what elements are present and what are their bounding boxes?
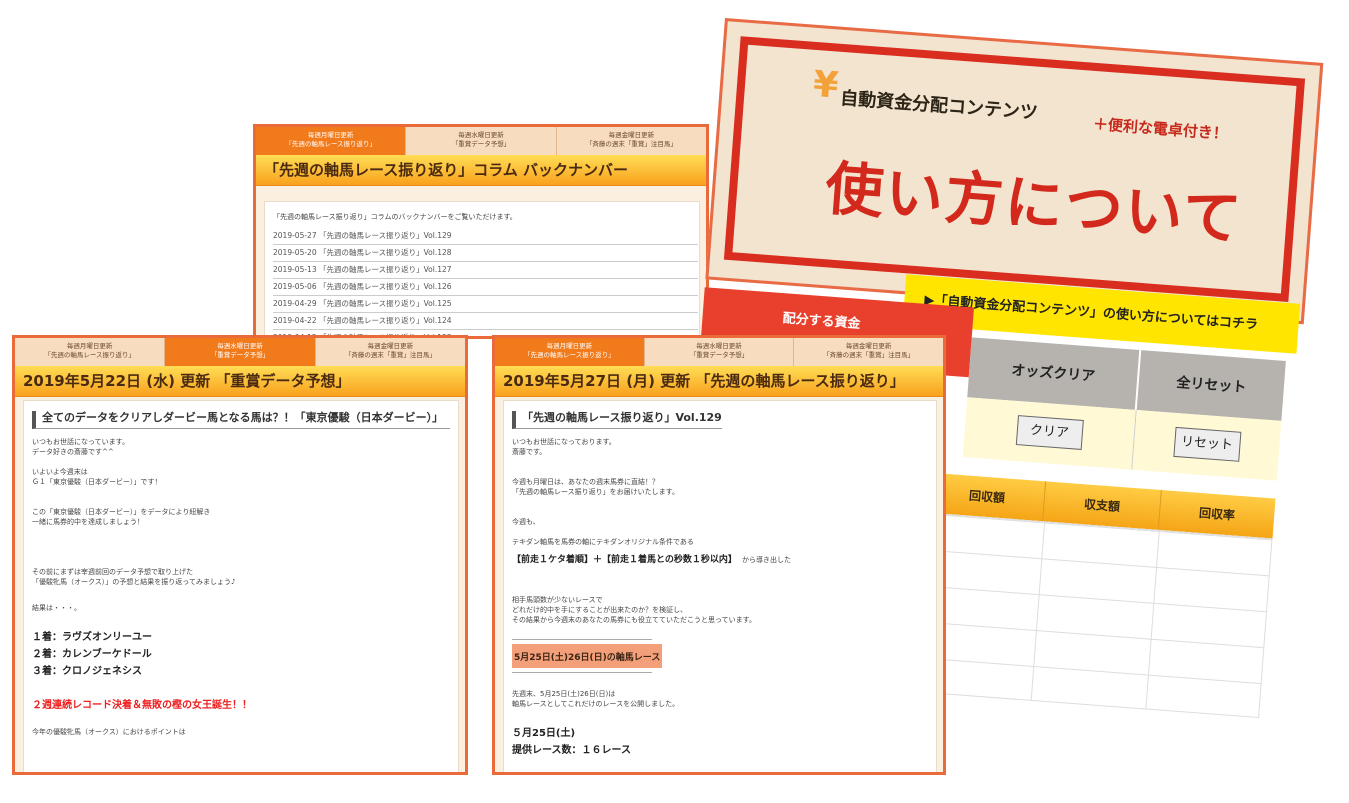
result-line: ２着：カレンブーケドール [32,649,152,660]
tab-label: 毎週水曜日更新 [696,342,742,350]
page-title: 「先週の軸馬レース振り返り」コラム バックナンバー [256,155,706,186]
body-text: 先週末、5月25日(土)26日(日)は [512,690,616,698]
tab-label: 毎週金曜日更新 [845,342,892,350]
condition-text: 【前走１ケタ着順】＋【前走１着馬との秒数１秒以内】 [512,555,737,565]
body-text: いよいよ今週末は [32,468,88,476]
tab-label: 毎週水曜日更新 [217,342,263,350]
hero-banner: ¥ 自動資金分配コンテンツ ＋便利な電卓付き！ 使い方について [705,18,1324,325]
body-text: いつもお世話になっています。 [32,438,129,446]
body-text: どれだけ的中を手にすることが出来たのか？を検証し、 [512,606,688,614]
yen-icon: ¥ [811,63,840,107]
tab-friday[interactable]: 毎週金曜日更新 「斉藤の週末「重賞」注目馬」 [315,338,465,366]
tab-label: 「斉藤の週末「重賞」注目馬」 [344,351,436,359]
tab-label: 「先週の軸馬レース振り返り」 [523,351,615,359]
article-heading: 「先週の軸馬レース振り返り」Vol.129 [512,411,722,429]
list-item[interactable]: 2019-04-22 「先週の軸馬レース振り返り」Vol.124 [273,313,698,330]
race-count: 提供レース数：１６レース [512,745,631,756]
tab-label: 「重賞データ予想」 [451,140,511,148]
tab-label: 「先週の軸馬レース振り返り」 [44,351,135,359]
body-text: 今年の優駿牝馬（オークス）におけるポイントは [32,728,186,736]
tab-label: 毎週月曜日更新 [66,342,113,350]
col-all-reset: 全リセット [1136,350,1286,421]
highlight-heading: 5月25日(土)26日(日)の軸馬レース [514,653,661,663]
clear-button[interactable]: クリア [1015,415,1084,450]
body-text: 「優駿牝馬（オークス）」の予想と結果を振り返ってみましょう♪ [32,578,236,586]
tab-wednesday[interactable]: 毎週水曜日更新 「重賞データ予想」 [406,127,557,155]
body-text: 軸馬レースとしてこれだけのレースを公開しました。 [512,700,680,708]
tab-friday[interactable]: 毎週金曜日更新 「斉藤の週末「重賞」注目馬」 [556,127,706,155]
page-title: 2019年5月27日 (月) 更新 「先週の軸馬レース振り返り」 [495,366,943,397]
list-item[interactable]: 2019-04-29 「先週の軸馬レース振り返り」Vol.125 [273,296,698,313]
article-body: 「先週の軸馬レース振り返り」Vol.129 いつもお世話になっております。 斎藤… [503,400,937,772]
article-body: 全てのデータをクリアしダービー馬となる馬は？！「東京優駿（日本ダービー）」 いつ… [23,400,459,772]
reset-button[interactable]: リセット [1172,426,1241,462]
tab-label: 「重賞データ予想」 [210,351,270,359]
tab-label: 「先週の軸馬レース振り返り」 [285,140,376,148]
body-text: いつもお世話になっております。 [512,438,616,446]
highlight-red: ２週連続レコード決着＆無敗の樫の女王誕生！！ [32,700,252,711]
tab-label: 毎週月曜日更新 [307,131,354,139]
tab-bar: 毎週月曜日更新 「先週の軸馬レース振り返り」 毎週水曜日更新 「重賞データ予想」… [256,127,706,155]
tab-label: 毎週金曜日更新 [608,131,655,139]
tab-wednesday[interactable]: 毎週水曜日更新 「重賞データ予想」 [644,338,795,366]
tab-label: 毎週月曜日更新 [546,342,593,350]
tab-monday[interactable]: 毎週月曜日更新 「先週の軸馬レース振り返り」 [495,338,645,366]
body-text: 斎藤です。 [512,448,547,456]
body-text: 今週も、 [512,518,540,526]
backnumber-panel: 毎週月曜日更新 「先週の軸馬レース振り返り」 毎週水曜日更新 「重賞データ予想」… [253,124,709,339]
clear-cell: クリア [962,397,1137,470]
tab-wednesday[interactable]: 毎週水曜日更新 「重賞データ予想」 [165,338,316,366]
result-line: １着：ラヴズオンリーユー [32,632,152,643]
body-text: その結果から今週末のあなたの馬券にも役立てていただこうと思っています。 [512,616,756,624]
tab-monday[interactable]: 毎週月曜日更新 「先週の軸馬レース振り返り」 [256,127,407,155]
body-text: Ｇ１「東京優駿（日本ダービー）」です！ [32,478,162,486]
result-grid [914,512,1273,719]
tab-bar: 毎週月曜日更新 「先週の軸馬レース振り返り」 毎週水曜日更新 「重賞データ予想」… [15,338,465,366]
date-line: ５月25日(土) [512,728,576,739]
body-text: 一緒に馬券的中を達成しましょう！ [32,518,144,526]
list-item[interactable]: 2019-05-20 「先週の軸馬レース振り返り」Vol.128 [273,245,698,262]
data-forecast-panel: 毎週月曜日更新 「先週の軸馬レース振り返り」 毎週水曜日更新 「重賞データ予想」… [12,335,468,775]
body-text: 「先週の軸馬レース振り返り」をお届けいたします。 [512,488,679,496]
body-text: その前にまずは宰週前回のデータ予想で取り上げた [32,568,193,576]
tab-label: 毎週水曜日更新 [458,131,504,139]
body-text: データ好きの斎藤です^^ [32,448,114,456]
tab-label: 毎週金曜日更新 [367,342,414,350]
reset-cell: リセット [1132,409,1282,481]
body-text: 結果は・・・。 [32,604,81,612]
result-line: ３着：クロノジェネシス [32,666,142,677]
body-text: この「東京優駿（日本ダービー）」をデータにより紐解き [32,508,211,516]
list-item[interactable]: 2019-05-06 「先週の軸馬レース振り返り」Vol.126 [273,279,698,296]
tab-bar: 毎週月曜日更新 「先週の軸馬レース振り返り」 毎週水曜日更新 「重賞データ予想」… [495,338,943,366]
tab-friday[interactable]: 毎週金曜日更新 「斉藤の週末「重賞」注目馬」 [794,338,943,366]
body-text: 今週も月曜日は、あなたの週末馬券に直結！？ [512,478,659,486]
tab-label: 「斉藤の週末「重賞」注目馬」 [585,140,677,148]
intro-text: 「先週の軸馬レース振り返り」コラムのバックナンバーをご覧いただけます。 [273,213,517,221]
body-text: テキダン軸馬を馬券の軸にテキダンオリジナル条件である [512,538,694,546]
article-heading: 全てのデータをクリアしダービー馬となる馬は？！「東京優駿（日本ダービー）」 [32,411,450,429]
content-area: 「先週の軸馬レース振り返り」コラムのバックナンバーをご覧いただけます。 2019… [264,201,700,336]
tab-label: 「斉藤の週末「重賞」注目馬」 [823,351,915,359]
body-text: から導き出した [742,556,792,564]
tab-label: 「重賞データ予想」 [689,351,749,359]
body-text: 相手馬頭数が少ないレースで [512,596,603,604]
page-title: 2019年5月22日 (水) 更新 「重賞データ予想」 [15,366,465,397]
tab-monday[interactable]: 毎週月曜日更新 「先週の軸馬レース振り返り」 [15,338,166,366]
race-review-panel: 毎週月曜日更新 「先週の軸馬レース振り返り」 毎週水曜日更新 「重賞データ予想」… [492,335,946,775]
list-item[interactable]: 2019-05-13 「先週の軸馬レース振り返り」Vol.127 [273,262,698,279]
list-item[interactable]: 2019-05-27 「先週の軸馬レース振り返り」Vol.129 [273,228,698,245]
